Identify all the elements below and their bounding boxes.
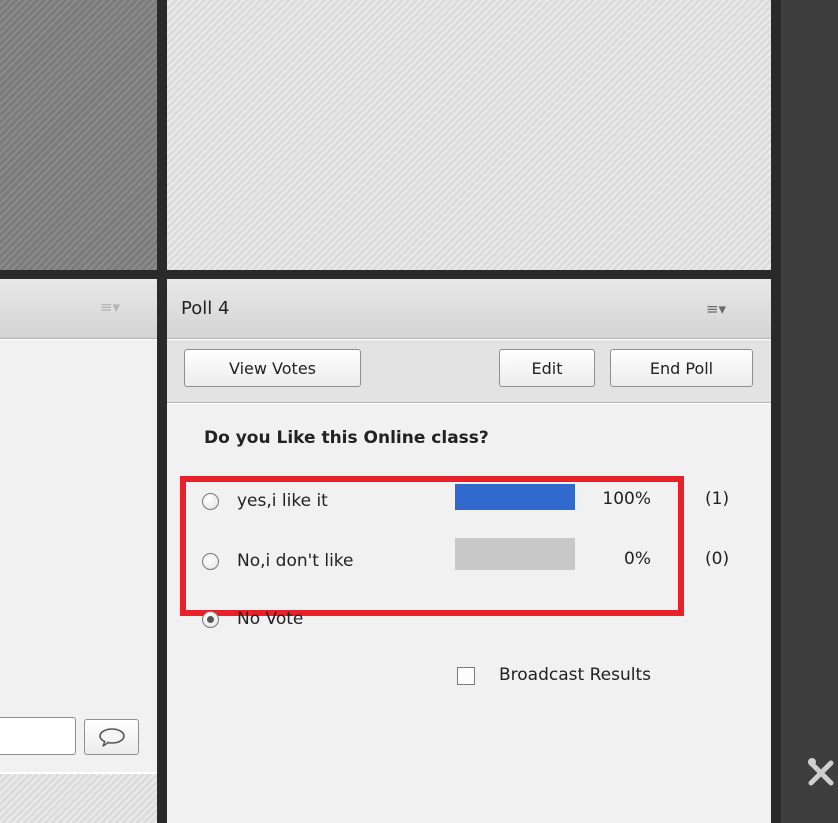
no-vote-radio[interactable] [202, 611, 219, 628]
poll-result-bar [455, 538, 575, 570]
no-vote-label: No Vote [237, 609, 304, 629]
poll-title: Poll 4 [181, 298, 230, 319]
poll-header: Poll 4 ≡▾ [167, 279, 771, 339]
menu-icon[interactable]: ≡▾ [701, 299, 731, 319]
edit-button[interactable]: Edit [499, 349, 595, 387]
tools-icon[interactable] [807, 757, 838, 791]
poll-option-radio[interactable] [202, 553, 219, 570]
left-bottom-hatch [0, 774, 157, 823]
poll-option-radio[interactable] [202, 493, 219, 510]
poll-toolbar: View Votes Edit End Poll [167, 340, 771, 403]
poll-body: Do you Like this Online class? yes,i lik… [167, 404, 771, 823]
top-pod-area [167, 0, 771, 270]
poll-question: Do you Like this Online class? [204, 428, 489, 448]
poll-result-bar [455, 484, 575, 510]
speech-bubble-icon [98, 728, 125, 747]
broadcast-results-label: Broadcast Results [499, 665, 651, 685]
poll-option-label: yes,i like it [237, 491, 328, 511]
left-panel-body [0, 340, 157, 772]
left-divider [157, 0, 167, 823]
broadcast-results-checkbox[interactable] [457, 667, 475, 685]
poll-option-label: No,i don't like [237, 551, 354, 571]
poll-option-count: (1) [705, 489, 730, 509]
chat-input[interactable] [0, 717, 76, 755]
left-pod-top-area [0, 0, 157, 270]
poll-option-percent: 100% [602, 489, 651, 509]
menu-icon[interactable]: ≡▾ [95, 297, 125, 317]
right-divider [771, 0, 781, 823]
poll-option-percent: 0% [624, 549, 651, 569]
end-poll-button[interactable]: End Poll [610, 349, 753, 387]
right-toolbar-strip [781, 0, 838, 823]
poll-result-bar-fill [455, 484, 575, 510]
poll-option-count: (0) [705, 549, 730, 569]
chat-send-button[interactable] [84, 719, 139, 755]
view-votes-button[interactable]: View Votes [184, 349, 361, 387]
poll-top-border [167, 270, 771, 279]
left-pod-border [0, 270, 160, 279]
left-panel-header: ≡▾ [0, 279, 157, 339]
